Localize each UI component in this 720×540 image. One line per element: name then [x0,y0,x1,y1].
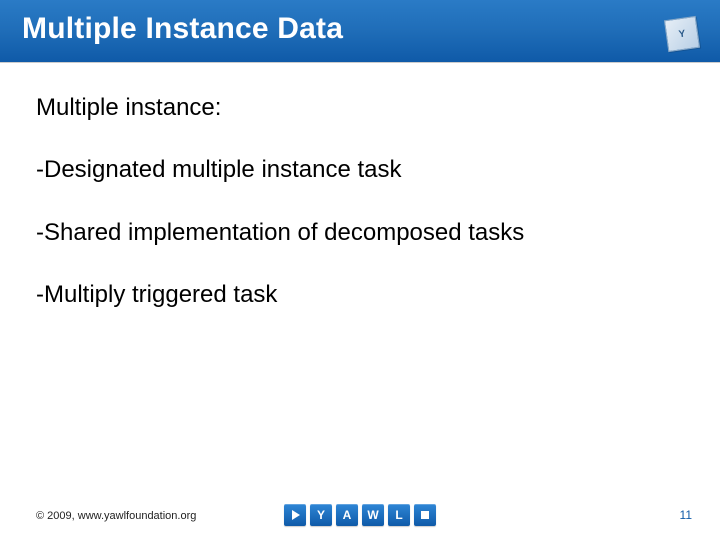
copyright-text: © 2009, www.yawlfoundation.org [36,510,196,522]
bullet-item: -Designated multiple instance task [36,154,684,186]
bullet-item: -Shared implementation of decomposed tas… [36,217,684,249]
yawl-footer-logo: Y A W L [284,504,436,526]
page-number: 11 [680,508,692,522]
yawl-letter: W [367,508,378,522]
yawl-logo-icon: Y [664,16,700,52]
stop-icon [414,504,436,526]
footer: © 2009, www.yawlfoundation.org Y A W L 1… [0,500,720,540]
content-area: Multiple instance: -Designated multiple … [36,92,684,342]
slide-title: Multiple Instance Data [22,12,343,46]
yawl-letter: L [395,508,402,522]
yawl-letter-box: Y [310,504,332,526]
play-icon [284,504,306,526]
yawl-letter: Y [317,508,325,522]
yawl-letter: A [343,508,352,522]
title-bar: Multiple Instance Data Y [0,0,720,62]
yawl-logo-letter: Y [678,28,686,40]
yawl-letter-box: L [388,504,410,526]
content-heading: Multiple instance: [36,92,684,124]
slide: Multiple Instance Data Y Multiple instan… [0,0,720,540]
yawl-letter-box: W [362,504,384,526]
bullet-item: -Multiply triggered task [36,279,684,311]
yawl-letter-box: A [336,504,358,526]
